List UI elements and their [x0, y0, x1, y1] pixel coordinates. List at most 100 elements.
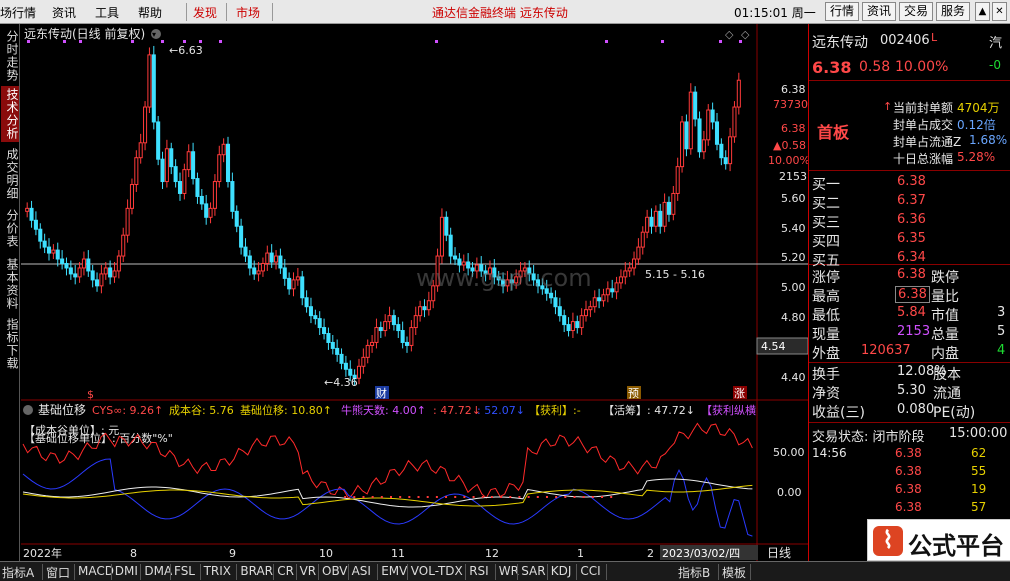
candle-body: [400, 330, 405, 343]
quote-button[interactable]: 行情: [825, 2, 859, 21]
tab-price-table[interactable]: 分价表: [1, 206, 19, 250]
stat-value: 5.84: [897, 305, 926, 320]
news-button[interactable]: 资讯: [862, 2, 896, 21]
candle-body: [658, 210, 663, 227]
price-tick: 4.40: [781, 371, 806, 384]
indicator-tab[interactable]: SAR: [521, 564, 545, 578]
price-cursor: 4.54: [761, 340, 786, 353]
candle-body: [38, 228, 43, 242]
indicator-tab[interactable]: 窗口: [46, 564, 70, 581]
app-title: 通达信金融终端 远东传动: [432, 6, 568, 20]
menu-discover[interactable]: 发现: [193, 4, 217, 21]
tab-separator: [110, 564, 112, 580]
menu-separator: [186, 3, 187, 21]
candle-body: [317, 318, 322, 329]
candle-body: [579, 315, 584, 329]
indicator-tab[interactable]: RSI: [469, 564, 489, 578]
indicator-tab[interactable]: 指标B: [678, 564, 710, 581]
close-icon[interactable]: ✕: [992, 2, 1007, 21]
indicator-tab[interactable]: VOL-TDX: [411, 564, 463, 578]
service-button[interactable]: 服务: [936, 2, 970, 21]
candle-body: [55, 249, 60, 260]
candle-body: [51, 249, 56, 254]
indicator-tab[interactable]: TRIX: [204, 564, 231, 578]
candle-body: [304, 297, 309, 308]
candle-body: [645, 216, 650, 233]
menu-news[interactable]: 资讯: [52, 4, 76, 21]
tab-fundamentals[interactable]: 基本资料: [1, 256, 19, 312]
profit-dot: [591, 496, 594, 498]
candle-body: [95, 279, 100, 287]
indicator-tab[interactable]: MACD: [78, 564, 114, 578]
candle-body: [291, 279, 296, 290]
stat-value-right: 3: [997, 305, 1006, 320]
stat-label: 外盘: [812, 346, 840, 362]
chart-option-icon[interactable]: ◇: [741, 28, 750, 41]
sub-menu-icon[interactable]: [23, 405, 33, 415]
sub-label-days: 牛熊天数: 4.00↑: [341, 403, 426, 417]
diamond-icon[interactable]: ◇: [725, 28, 734, 41]
menu-market[interactable]: 场行情: [0, 4, 36, 21]
sub-label-a: : 47.72↓: [433, 404, 481, 417]
left-tab-bar: 分时走势 技术分析 成交明细 分价表 基本资料 指标下载: [0, 24, 20, 561]
seal-key: 当前封单额: [893, 101, 954, 115]
x-label: 12: [485, 547, 499, 560]
fund-value: 5.30: [897, 383, 926, 398]
x-label: 10: [319, 547, 333, 560]
price-axis-vol: 2153: [779, 170, 807, 183]
bid-label: 买四: [812, 234, 840, 250]
dollar-mark[interactable]: $: [87, 388, 94, 401]
indicator-tab[interactable]: ASI: [352, 564, 371, 578]
indicator-tab[interactable]: CR: [277, 564, 294, 578]
menu-market-red[interactable]: 市场: [236, 4, 260, 21]
stat-value: 6.38: [895, 286, 930, 303]
indicator-tab[interactable]: KDJ: [551, 564, 572, 578]
profit-dot: [454, 496, 457, 498]
candle-body: [588, 306, 593, 311]
tab-separator: [199, 564, 201, 580]
indicator-tab[interactable]: OBV: [322, 564, 348, 578]
candle-body: [649, 216, 654, 227]
indicator-tab[interactable]: FSL: [174, 564, 195, 578]
trade-button[interactable]: 交易: [899, 2, 933, 21]
trade-status: 交易状态: 闭市阶段: [812, 430, 925, 445]
candle-body: [370, 341, 375, 346]
period-label[interactable]: 日线: [767, 546, 791, 560]
tab-indicator-download[interactable]: 指标下载: [1, 316, 19, 372]
indicator-tab[interactable]: DMI: [115, 564, 138, 578]
indicator-tab[interactable]: 指标A: [2, 564, 34, 581]
candle-body: [265, 252, 270, 264]
candle-body: [68, 267, 73, 275]
menu-tools[interactable]: 工具: [95, 4, 119, 21]
candle-body: [234, 210, 239, 227]
candle-body: [42, 240, 47, 248]
tab-trade-detail[interactable]: 成交明细: [1, 146, 19, 202]
indicator-tab[interactable]: CCI: [580, 564, 600, 578]
profit-dot: [426, 496, 429, 498]
tab-intraday[interactable]: 分时走势: [1, 28, 19, 84]
x-label: 2022年: [23, 546, 62, 560]
candle-body: [374, 327, 379, 343]
indicator-tab[interactable]: WR: [499, 564, 519, 578]
stat-label-right: 跌停: [931, 270, 959, 286]
indicator-tab[interactable]: VR: [300, 564, 317, 578]
indicator-tab[interactable]: EMV: [381, 564, 407, 578]
finance-marker-label: 财: [376, 386, 387, 400]
indicator-tab[interactable]: 模板: [722, 564, 746, 581]
high-price-label: ←6.63: [169, 44, 203, 57]
profit-dot: [481, 496, 484, 498]
menu-help[interactable]: 帮助: [138, 4, 162, 21]
tab-separator: [494, 564, 496, 580]
candle-body: [439, 216, 444, 257]
candle-body: [701, 139, 706, 153]
collapse-icon[interactable]: ▲: [975, 2, 990, 21]
indicator-tab[interactable]: DMA: [144, 564, 172, 578]
tab-separator: [74, 564, 75, 580]
kline-chart[interactable]: 远东传动(日线 前复权) ▾ ◇ ◇ 6.38 73730 6.38 ▲0.58…: [21, 24, 808, 561]
candle-body: [204, 203, 209, 218]
candle-body: [81, 258, 86, 269]
indicator-tab[interactable]: BRAR: [240, 564, 273, 578]
candle-body: [575, 321, 580, 329]
profit-dot: [555, 496, 558, 498]
tab-technical[interactable]: 技术分析: [1, 86, 19, 142]
